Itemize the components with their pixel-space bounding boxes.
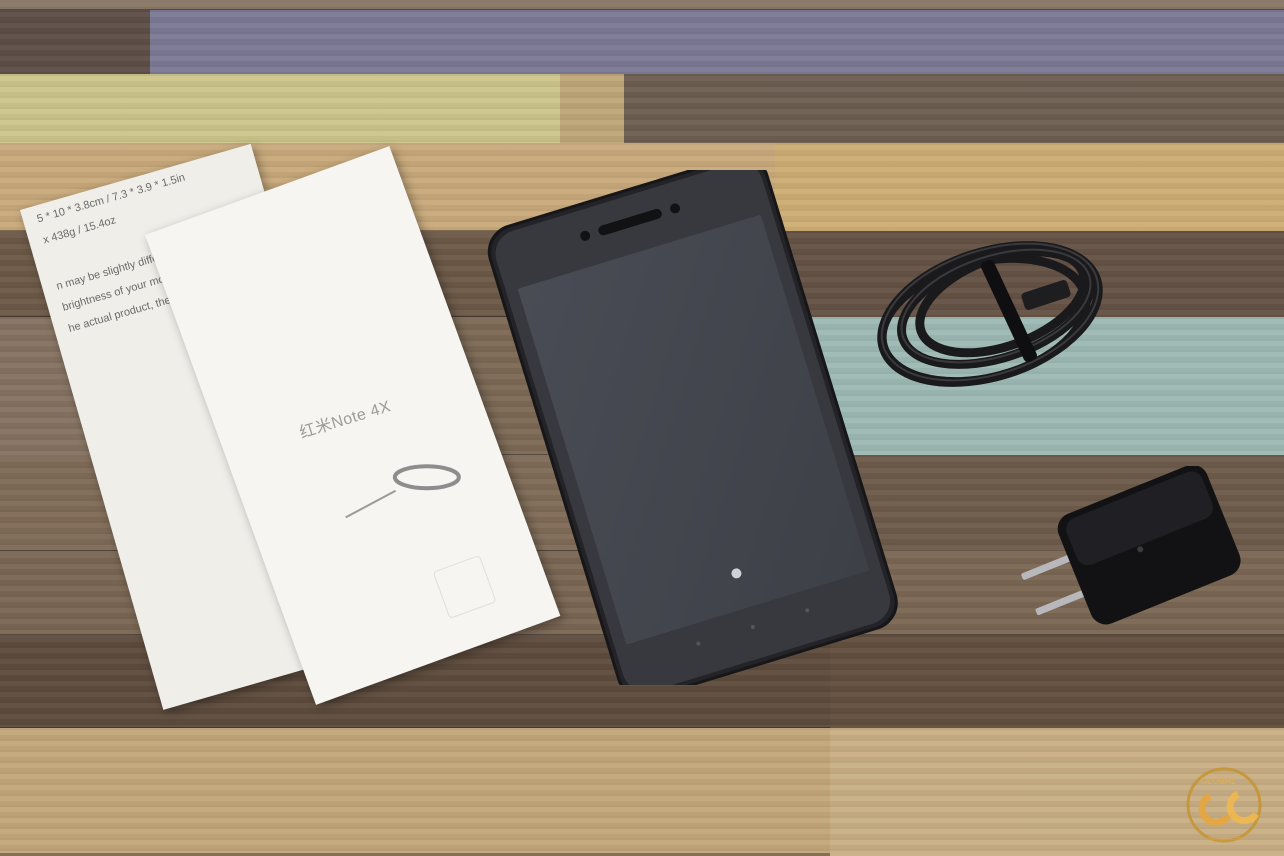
usb-cable: [877, 241, 1103, 387]
plank-tan-2: [0, 728, 1284, 856]
brand-text: 红米Note 4X: [297, 398, 394, 443]
plank-slate: [0, 10, 1284, 76]
watermark-url: www.gecid.com: [1208, 836, 1243, 842]
plank-yellow: [0, 74, 1284, 144]
photo-scene: 5 * 10 * 3.8cm / 7.3 * 3.9 * 1.5in x 438…: [0, 0, 1284, 856]
watermark-logo-icon: GLOBAL www.gecid.com: [1186, 767, 1262, 843]
smartphone: [487, 170, 898, 685]
power-adapter: [1021, 466, 1241, 625]
watermark-text: GLOBAL: [1200, 776, 1236, 786]
